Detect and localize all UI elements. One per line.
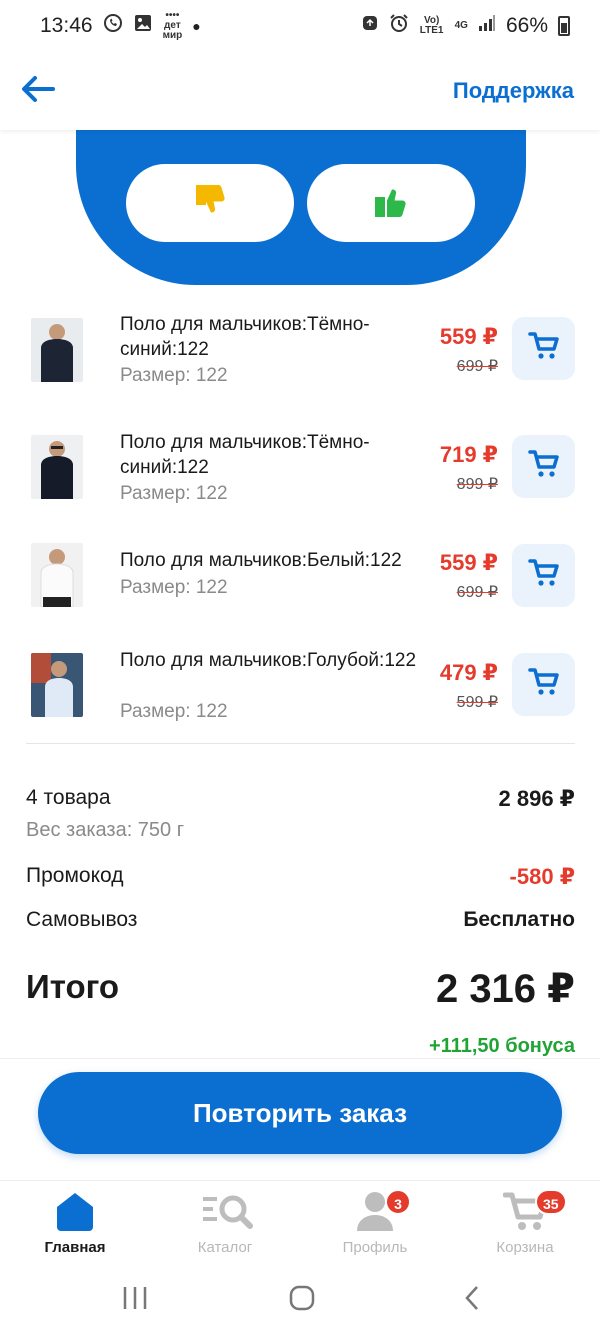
support-link[interactable]: Поддержка xyxy=(453,78,574,104)
status-bar: 13:46 •••• дет мир ● Vo) LTE1 4G 66% xyxy=(0,0,600,52)
order-weight: Вес заказа: 750 г xyxy=(26,819,185,841)
add-to-cart-button[interactable] xyxy=(512,653,575,716)
item-old-price: 599 ₽ xyxy=(456,694,498,711)
home-icon xyxy=(53,1187,97,1233)
home-system-button[interactable] xyxy=(285,1280,319,1316)
gallery-icon xyxy=(133,13,153,39)
item-title: Поло для мальчиков:Белый:122 xyxy=(120,550,402,571)
item-size: Размер: 122 xyxy=(120,365,228,386)
cart-badge: 35 xyxy=(535,1189,567,1215)
whatsapp-icon xyxy=(103,13,123,39)
product-image xyxy=(31,543,83,607)
repeat-order-button[interactable]: Повторить заказ xyxy=(38,1072,562,1154)
nav-catalog[interactable]: Каталог xyxy=(165,1181,285,1267)
add-to-cart-button[interactable] xyxy=(512,435,575,498)
divider xyxy=(0,1058,600,1059)
cart-icon xyxy=(527,449,560,484)
thumbs-down-icon xyxy=(190,181,230,226)
items-subtotal: 2 896 ₽ xyxy=(498,786,575,811)
item-price: 559 ₽ xyxy=(439,324,498,349)
arrow-left-icon xyxy=(21,75,55,108)
add-to-cart-button[interactable] xyxy=(512,544,575,607)
nav-cart-label: Корзина xyxy=(496,1239,554,1256)
nav-profile[interactable]: 3 Профиль xyxy=(315,1181,435,1267)
cart-icon xyxy=(527,331,560,366)
item-size: Размер: 122 xyxy=(120,483,228,504)
nav-cart[interactable]: 35 Корзина xyxy=(465,1181,585,1267)
thumbs-up-icon xyxy=(371,181,411,226)
clock: 13:46 xyxy=(40,14,93,37)
item-old-price: 899 ₽ xyxy=(456,476,498,493)
nav-home-label: Главная xyxy=(44,1239,106,1256)
item-title: Поло для мальчиков:Тёмно-синий:122 xyxy=(120,432,370,478)
cart-icon xyxy=(527,558,560,593)
like-button[interactable] xyxy=(307,164,475,242)
item-price: 719 ₽ xyxy=(439,442,498,467)
nav-profile-label: Профиль xyxy=(342,1239,408,1256)
recent-apps-button[interactable] xyxy=(118,1280,152,1316)
detmir-icon: •••• дет мир xyxy=(162,10,183,41)
item-old-price: 699 ₽ xyxy=(456,584,498,601)
nav-home[interactable]: Главная xyxy=(15,1181,135,1267)
divider xyxy=(26,743,575,744)
battery-icon xyxy=(558,16,570,36)
recycle-icon xyxy=(361,14,379,38)
item-size: Размер: 122 xyxy=(120,701,228,722)
total-label: Итого xyxy=(26,968,120,1005)
items-count-label: 4 товара xyxy=(26,786,111,809)
item-price: 479 ₽ xyxy=(439,660,498,685)
item-price: 559 ₽ xyxy=(439,550,498,575)
product-image xyxy=(31,318,83,382)
back-button[interactable] xyxy=(18,71,58,111)
bonus-amount: +111,50 бонуса xyxy=(429,1035,575,1057)
battery-percent: 66% xyxy=(505,14,548,37)
pickup-label: Самовывоз xyxy=(26,908,138,931)
item-title: Поло для мальчиков:Тёмно-синий:122 xyxy=(120,314,370,360)
app-header: Поддержка xyxy=(0,52,600,130)
pickup-value: Бесплатно xyxy=(463,908,575,931)
network-type: 4G xyxy=(454,20,468,31)
add-to-cart-button[interactable] xyxy=(512,317,575,380)
promo-label: Промокод xyxy=(26,864,124,887)
product-image xyxy=(31,653,83,717)
product-image xyxy=(31,435,83,499)
item-size: Размер: 122 xyxy=(120,577,228,598)
nav-catalog-label: Каталог xyxy=(197,1239,253,1256)
bottom-nav: Главная Каталог 3 Профиль 35 Корзина xyxy=(0,1180,600,1266)
promo-value: -580 ₽ xyxy=(509,864,575,889)
cart-icon xyxy=(527,667,560,702)
volte-indicator: Vo) LTE1 xyxy=(419,15,444,36)
dislike-button[interactable] xyxy=(126,164,294,242)
system-nav-bar xyxy=(0,1266,600,1332)
item-title: Поло для мальчиков:Голубой:122 xyxy=(120,650,417,671)
profile-badge: 3 xyxy=(385,1189,411,1215)
alarm-icon xyxy=(389,13,409,39)
item-old-price: 699 ₽ xyxy=(456,358,498,375)
back-system-button[interactable] xyxy=(455,1280,489,1316)
signal-icon xyxy=(478,14,496,38)
catalog-search-icon xyxy=(203,1187,253,1233)
notification-dot-icon: ● xyxy=(192,18,201,34)
total-value: 2 316 ₽ xyxy=(435,967,575,1011)
